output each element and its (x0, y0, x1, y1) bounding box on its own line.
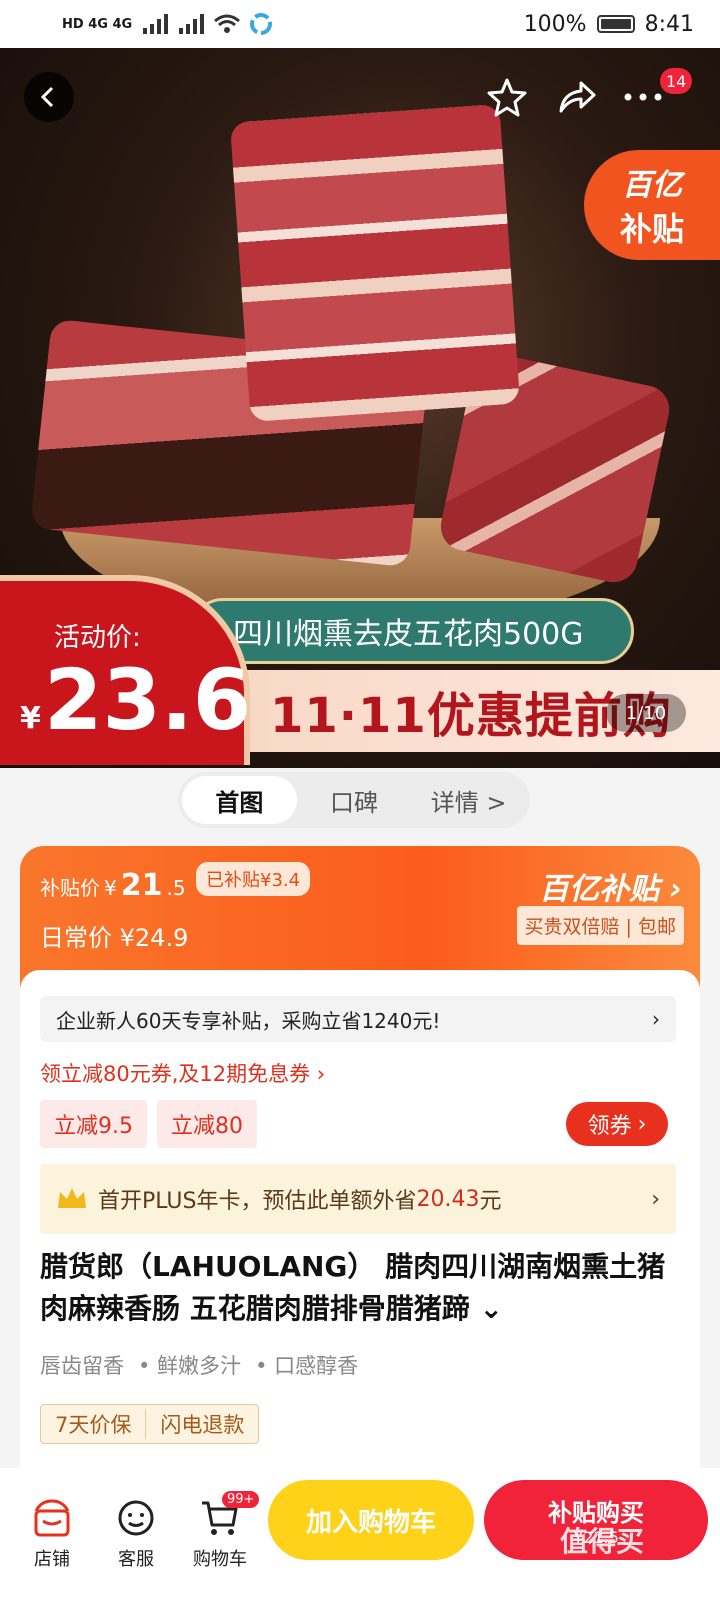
subsidy-price-row: 补贴价 ¥ 21 .5 (40, 868, 186, 903)
service-tag: 7天价保 (55, 1413, 132, 1437)
crown-icon (58, 1188, 86, 1208)
product-name-banner: 四川烟熏去皮五花肉500G (190, 598, 634, 664)
feature-tag: 唇齿留香 (40, 1354, 124, 1378)
subsidy-badge: 百亿 补贴 (584, 150, 720, 260)
watermark-url: zhizhizhi.com (560, 1570, 655, 1586)
chevron-right-icon: › (652, 1007, 660, 1031)
activity-price-label: 活动价: (54, 623, 141, 653)
subsidized-amount-tag: 已补贴¥3.4 (196, 862, 311, 896)
service-guarantees[interactable]: 7天价保 闪电退款 (40, 1404, 260, 1444)
subsidy-brand[interactable]: 百亿补贴 › (539, 864, 682, 908)
subsidy-price-label: 补贴价 (40, 876, 100, 900)
cart-count-badge: 99+ (222, 1491, 260, 1508)
wifi-icon (214, 14, 241, 33)
tab-main-image[interactable]: 首图 (182, 776, 297, 824)
subsidy-price-dec: .5 (166, 876, 186, 900)
daily-price-row: 日常价 ¥24.9 (40, 918, 188, 953)
guarantee-tag: 买贵双倍赔 | 包邮 (516, 906, 684, 945)
product-info-card: 企业新人60天专享补贴，采购立省1240元! › 领立减80元券,及12期免息券… (20, 970, 700, 1490)
clock: 8:41 (644, 11, 694, 37)
app-status-icon (250, 13, 273, 35)
store-icon (34, 1499, 70, 1537)
tab-details[interactable]: 详情 > (411, 776, 526, 824)
more-dots-icon (624, 93, 662, 101)
chevron-right-icon: › (669, 872, 682, 907)
subsidy-price-int: 21 (120, 868, 163, 903)
daily-price-label: 日常价 (40, 924, 112, 952)
section-tabs: 首图 口碑 详情 > (178, 772, 530, 828)
pork-slice-graphic (229, 103, 521, 423)
tab-reviews[interactable]: 口碑 (297, 776, 412, 824)
subsidy-currency: ¥ (104, 876, 117, 900)
feature-tag: • 鲜嫩多汁 (138, 1354, 242, 1378)
signal-icon (143, 14, 169, 34)
battery-icon (596, 15, 635, 33)
cart-button[interactable]: 99+ 购物车 (178, 1491, 262, 1571)
chat-face-icon (118, 1500, 154, 1536)
discount-chip[interactable]: 立减9.5 (40, 1100, 147, 1148)
notification-badge: 14 (660, 68, 693, 94)
chevron-left-icon (40, 86, 54, 108)
product-title[interactable]: 腊货郎（LAHUOLANG） 腊肉四川湖南烟熏土猪肉麻辣香肠 五花腊肉腊排骨腊猪… (40, 1246, 676, 1330)
add-to-cart-button[interactable]: 加入购物车 (268, 1480, 474, 1560)
coupon-info-link[interactable]: 领立减80元券,及12期免息券 › (40, 1058, 325, 1088)
image-page-counter: 1/10 (606, 694, 686, 732)
battery-percent: 100% (523, 11, 587, 37)
plus-savings-amount: 20.43 (416, 1186, 480, 1212)
chevron-right-icon: › (637, 1111, 647, 1137)
currency-symbol: ¥ (20, 701, 41, 736)
shop-button[interactable]: 店铺 (10, 1497, 94, 1571)
share-button[interactable] (552, 72, 602, 122)
network-text: HD 4G 4G (62, 16, 133, 32)
chevron-right-icon: › (651, 1186, 660, 1212)
star-icon (487, 78, 527, 117)
watermark: 值得买 (560, 1525, 645, 1558)
favorite-button[interactable] (482, 72, 532, 122)
share-icon (559, 81, 596, 113)
signal-icon-2 (179, 14, 205, 34)
status-bar: HD 4G 4G 100% 8:41 (0, 0, 720, 48)
activity-price: 23.6 (44, 651, 252, 749)
enterprise-subsidy-row[interactable]: 企业新人60天专享补贴，采购立省1240元! › (40, 996, 676, 1042)
plus-membership-row[interactable]: 首开PLUS年卡，预估此单额外省 20.43 元 › (40, 1164, 676, 1234)
service-tag: 闪电退款 (145, 1409, 258, 1439)
discount-chip[interactable]: 立减80 (157, 1100, 257, 1148)
get-coupon-button[interactable]: 领券 › (566, 1102, 668, 1146)
network-indicator: HD 4G 4G (62, 13, 273, 35)
daily-price: ¥24.9 (119, 924, 189, 952)
feature-tags: 唇齿留香 • 鲜嫩多汁 • 口感醇香 (40, 1350, 358, 1380)
customer-service-button[interactable]: 客服 (94, 1497, 178, 1571)
back-button[interactable] (24, 72, 74, 122)
feature-tag: • 口感醇香 (255, 1354, 359, 1378)
